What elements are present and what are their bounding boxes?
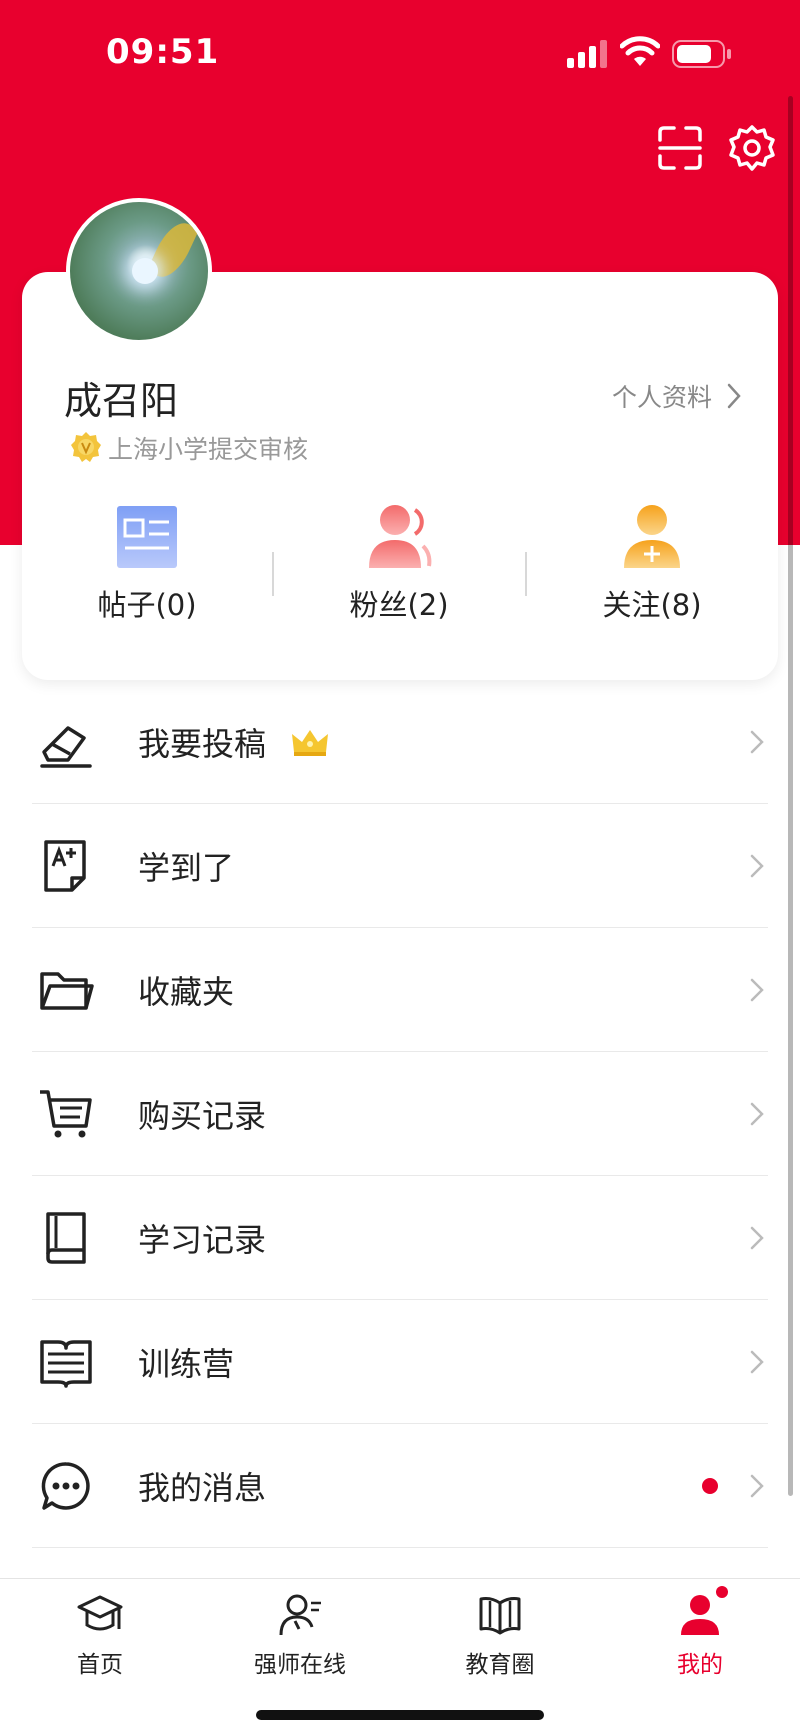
scan-icon[interactable] [656, 124, 704, 172]
menu-item-label: 我的消息 [138, 1468, 267, 1507]
user-icon [681, 1595, 719, 1635]
menu-item-label: 我要投稿 [138, 724, 267, 763]
tab-notification-dot [716, 1586, 728, 1598]
menu-item-purchases[interactable]: 购买记录 [32, 1052, 768, 1176]
folder-icon [40, 971, 94, 1010]
tab-mine[interactable]: 我的 [620, 1593, 780, 1679]
divider [272, 552, 274, 596]
post-icon [117, 506, 177, 568]
tab-education-circle[interactable]: 教育圈 [420, 1593, 580, 1679]
stat-fans-label: 粉丝(2) [349, 588, 449, 622]
chevron-right-icon [750, 730, 764, 753]
graduation-cap-icon [77, 1595, 123, 1631]
battery-icon [672, 40, 731, 68]
book-icon [46, 1211, 86, 1264]
menu-item-learned[interactable]: 学到了 [32, 804, 768, 928]
scrollbar[interactable] [788, 96, 793, 1496]
tab-teacher-online[interactable]: 强师在线 [220, 1593, 380, 1679]
chevron-right-icon [750, 1350, 764, 1373]
medal-icon [71, 432, 101, 462]
menu-item-training-camp[interactable]: 训练营 [32, 1300, 768, 1424]
open-book-icon [479, 1597, 521, 1635]
school-status: 上海小学提交审核 [108, 435, 309, 464]
grade-doc-icon [44, 839, 86, 892]
edit-icon [40, 725, 92, 768]
chevron-right-icon [750, 1102, 764, 1125]
wifi-icon [620, 36, 660, 66]
menu-item-favorites[interactable]: 收藏夹 [32, 928, 768, 1052]
avatar[interactable] [66, 198, 212, 344]
menu-list: 我要投稿 学到了 收藏夹 购买记录 学习记录 训练营 我的消息 [32, 680, 768, 1548]
fans-icon [369, 505, 432, 568]
stat-fans[interactable]: 粉丝(2) [314, 502, 484, 624]
verification-row: 上海小学提交审核 [70, 430, 308, 466]
menu-item-study-history[interactable]: 学习记录 [32, 1176, 768, 1300]
cart-icon [40, 1089, 92, 1137]
chevron-right-icon [750, 1474, 764, 1497]
home-indicator[interactable] [256, 1710, 544, 1720]
divider [525, 552, 527, 596]
tab-label: 我的 [677, 1652, 723, 1678]
stat-posts-label: 帖子(0) [97, 588, 197, 622]
settings-gear-icon[interactable] [728, 124, 776, 172]
user-name: 成召阳 [64, 379, 179, 423]
tab-home[interactable]: 首页 [20, 1593, 180, 1679]
menu-item-label: 购买记录 [138, 1096, 267, 1135]
tab-label: 教育圈 [465, 1652, 535, 1678]
menu-item-label: 学习记录 [138, 1220, 267, 1259]
profile-details-label: 个人资料 [611, 383, 712, 412]
stat-follow-label: 关注(8) [602, 588, 702, 622]
chevron-right-icon [750, 854, 764, 877]
cellular-signal-icon [567, 40, 607, 68]
status-time: 09:51 [106, 32, 220, 72]
tab-label: 首页 [77, 1652, 123, 1678]
teacher-icon [279, 1594, 321, 1636]
menu-item-messages[interactable]: 我的消息 [32, 1424, 768, 1548]
status-bar: 09:51 [0, 0, 800, 110]
chevron-right-icon [727, 383, 741, 409]
profile-details-link[interactable]: 个人资料 [612, 378, 742, 414]
chat-icon [41, 1461, 90, 1510]
chevron-right-icon [750, 978, 764, 1001]
avatar-decoration [132, 258, 158, 284]
stat-posts[interactable]: 帖子(0) [62, 502, 232, 624]
menu-item-label: 学到了 [138, 848, 235, 887]
tab-label: 强师在线 [254, 1652, 346, 1678]
unread-dot [702, 1477, 718, 1494]
crown-icon [292, 729, 329, 756]
menu-item-label: 训练营 [138, 1344, 235, 1383]
menu-item-label: 收藏夹 [138, 972, 235, 1011]
follow-icon [624, 505, 680, 568]
chevron-right-icon [750, 1226, 764, 1249]
stat-follow[interactable]: 关注(8) [567, 502, 737, 624]
list-doc-icon [40, 1339, 92, 1388]
menu-item-submit[interactable]: 我要投稿 [32, 680, 768, 804]
